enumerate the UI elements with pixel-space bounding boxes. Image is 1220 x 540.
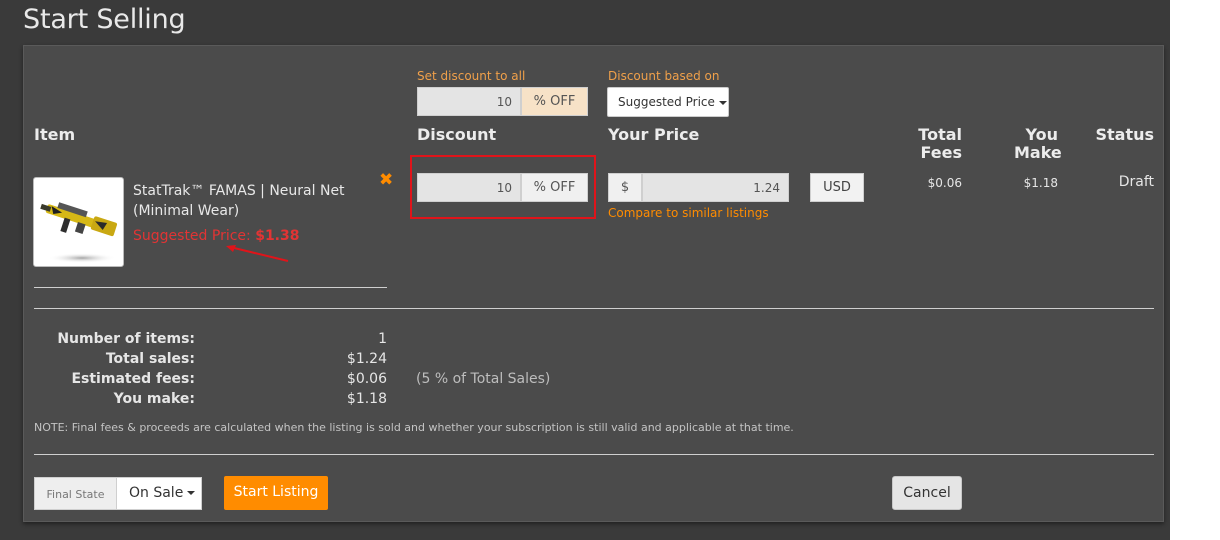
- column-header-status: Status: [1095, 125, 1154, 144]
- item-you-make: $1.18: [1023, 176, 1058, 190]
- item-status: Draft: [1118, 174, 1154, 190]
- item-price-input[interactable]: 1.24: [642, 173, 789, 202]
- summary-label-you-make: You make:: [113, 391, 195, 407]
- page-edge-background: [1170, 0, 1220, 540]
- column-header-discount: Discount: [417, 125, 497, 144]
- column-header-you-make: You Make: [1014, 125, 1062, 162]
- set-discount-label: Set discount to all: [417, 69, 526, 83]
- footer-divider: [34, 454, 1154, 455]
- final-state-dropdown[interactable]: On Sale: [116, 477, 202, 510]
- bulk-discount-input[interactable]: 10: [417, 87, 521, 116]
- column-header-item: Item: [34, 125, 76, 144]
- fees-note: NOTE: Final fees & proceeds are calculat…: [34, 421, 794, 434]
- item-thumbnail[interactable]: [33, 177, 124, 267]
- chevron-down-icon: [187, 491, 196, 495]
- item-discount-suffix: % OFF: [521, 173, 588, 202]
- item-name: StatTrak™ FAMAS | Neural Net (Minimal We…: [133, 183, 345, 219]
- selling-panel: Set discount to all 10 % OFF Discount ba…: [23, 45, 1164, 522]
- annotation-arrow: [226, 245, 289, 262]
- item-total-fees: $0.06: [927, 176, 962, 190]
- summary-label-items: Number of items:: [57, 331, 195, 347]
- final-state-value: On Sale: [129, 485, 184, 501]
- column-header-total-fees: Total Fees: [918, 125, 962, 162]
- cancel-button[interactable]: Cancel: [892, 476, 962, 510]
- chevron-down-icon: [718, 100, 727, 105]
- summary-value-items: 1: [378, 331, 387, 347]
- item-discount-input[interactable]: 10: [417, 173, 521, 202]
- compare-listings-link[interactable]: Compare to similar listings: [608, 206, 769, 220]
- close-icon[interactable]: ✖: [379, 170, 393, 190]
- based-on-dropdown[interactable]: Suggested Price: [607, 87, 729, 117]
- bulk-discount-suffix: % OFF: [521, 87, 588, 116]
- summary-label-sales: Total sales:: [105, 351, 195, 367]
- column-header-your-price: Your Price: [608, 125, 700, 144]
- based-on-value: Suggested Price: [618, 95, 715, 109]
- currency-button[interactable]: USD: [810, 173, 864, 202]
- start-listing-button[interactable]: Start Listing: [224, 476, 328, 510]
- section-divider: [34, 308, 1154, 309]
- currency-symbol: $: [608, 173, 642, 202]
- summary-value-sales: $1.24: [346, 351, 387, 367]
- based-on-label: Discount based on: [608, 69, 720, 83]
- summary-value-fees: $0.06: [346, 371, 387, 387]
- fee-percentage-note: (5 % of Total Sales): [416, 371, 551, 387]
- rifle-icon: [40, 202, 118, 263]
- item-divider: [34, 287, 387, 288]
- final-state-label: Final State: [34, 477, 117, 510]
- summary-label-fees: Estimated fees:: [71, 371, 195, 387]
- page-title: Start Selling: [23, 4, 186, 35]
- summary-value-you-make: $1.18: [346, 391, 387, 407]
